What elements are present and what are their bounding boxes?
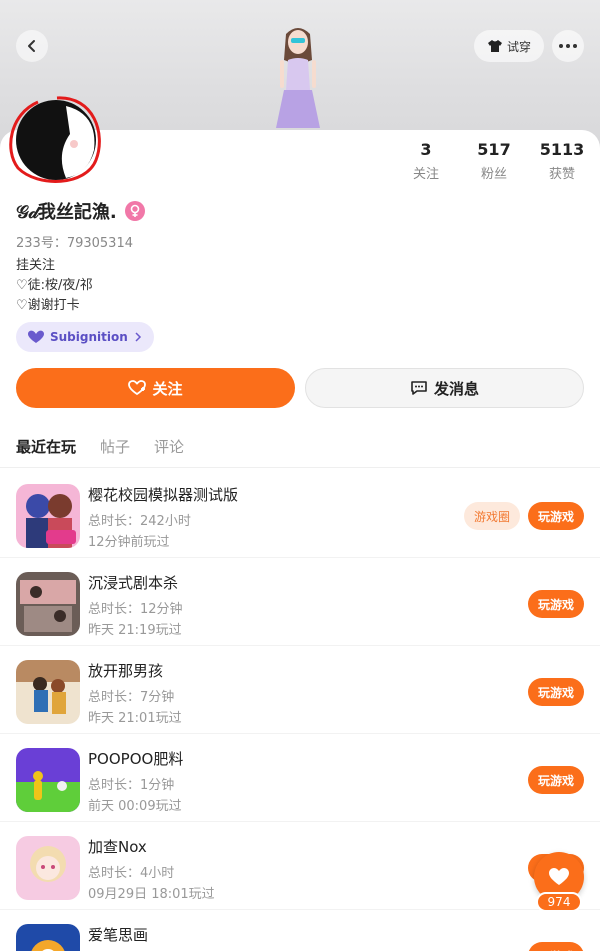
game-title: POOPOO肥料 bbox=[88, 750, 184, 768]
bio-line: ♡徒:桉/夜/祁 bbox=[16, 278, 93, 293]
stat-following[interactable]: 3 关注 bbox=[391, 140, 461, 182]
game-icon bbox=[16, 660, 80, 724]
like-count-badge: 974 bbox=[536, 892, 582, 912]
following-label: 关注 bbox=[412, 167, 439, 182]
more-dots-icon bbox=[559, 44, 577, 48]
likes-count: 5113 bbox=[539, 140, 585, 159]
username: 𝒢𝒹我丝記漁. bbox=[16, 202, 117, 223]
stat-likes[interactable]: 5113 获赞 bbox=[527, 140, 597, 182]
chevron-right-icon bbox=[135, 332, 141, 342]
list-item[interactable]: 樱花校园模拟器测试版 总时长：242小时 12分钟前玩过 游戏圈 玩游戏 bbox=[0, 470, 600, 558]
game-last-played: 12分钟前玩过 bbox=[88, 535, 170, 550]
user-avatar[interactable] bbox=[8, 94, 106, 186]
more-options-button[interactable] bbox=[552, 30, 584, 62]
game-icon bbox=[16, 484, 80, 548]
list-item[interactable]: POOPOO肥料 总时长：1分钟 前天 00:09玩过 玩游戏 bbox=[0, 734, 600, 822]
game-playtime: 总时长：7分钟 bbox=[88, 690, 175, 705]
game-playtime: 总时长：1分钟 bbox=[88, 778, 175, 793]
game-icon bbox=[16, 748, 80, 812]
follow-label: 关注 bbox=[152, 379, 183, 398]
game-last-played: 昨天 21:01玩过 bbox=[88, 711, 182, 726]
play-game-button[interactable]: 玩游戏 bbox=[528, 502, 584, 530]
avatar-character-figure[interactable] bbox=[258, 20, 338, 132]
tab-divider bbox=[0, 467, 600, 468]
game-icon bbox=[16, 836, 80, 900]
game-icon bbox=[16, 572, 80, 636]
send-message-button[interactable]: 发消息 bbox=[305, 368, 584, 408]
play-game-button[interactable]: 玩游戏 bbox=[528, 678, 584, 706]
bio-line: ♡谢谢打卡 bbox=[16, 298, 80, 313]
stat-followers[interactable]: 517 粉丝 bbox=[459, 140, 529, 182]
tab-recently-played[interactable]: 最近在玩 bbox=[16, 436, 76, 457]
female-gender-icon bbox=[124, 201, 145, 221]
game-title: 加查Nox bbox=[88, 838, 147, 856]
username-row: 𝒢𝒹我丝記漁. bbox=[16, 198, 145, 224]
chat-bubble-icon bbox=[411, 381, 427, 395]
list-item[interactable]: 放开那男孩 总时长：7分钟 昨天 21:01玩过 玩游戏 bbox=[0, 646, 600, 734]
try-on-label: 试穿 bbox=[506, 39, 531, 54]
recently-played-list: 樱花校园模拟器测试版 总时长：242小时 12分钟前玩过 游戏圈 玩游戏 沉浸式… bbox=[0, 470, 600, 951]
tab-comments[interactable]: 评论 bbox=[154, 436, 184, 457]
followers-label: 粉丝 bbox=[480, 167, 507, 182]
list-item[interactable]: 加查Nox 总时长：4小时 09月29日 18:01玩过 玩游戏 bbox=[0, 822, 600, 910]
user-bio: 挂关注 ♡徒:桉/夜/祁 ♡谢谢打卡 bbox=[16, 256, 93, 316]
game-title: 爱笔思画 bbox=[88, 926, 149, 944]
heart-icon bbox=[549, 868, 569, 885]
game-playtime: 总时长：12分钟 bbox=[88, 602, 183, 617]
back-button[interactable] bbox=[16, 30, 48, 62]
game-last-played: 昨天 21:19玩过 bbox=[88, 623, 182, 638]
user-id: 233号：79305314 bbox=[16, 236, 133, 251]
follow-button[interactable]: 关注 bbox=[16, 368, 295, 408]
list-item[interactable]: 沉浸式剧本杀 总时长：12分钟 昨天 21:19玩过 玩游戏 bbox=[0, 558, 600, 646]
message-label: 发消息 bbox=[433, 379, 479, 398]
game-title: 放开那男孩 bbox=[88, 662, 164, 680]
play-game-button[interactable]: 玩游戏 bbox=[528, 590, 584, 618]
game-last-played: 前天 00:09玩过 bbox=[88, 799, 182, 814]
likes-label: 获赞 bbox=[548, 167, 575, 182]
following-count: 3 bbox=[420, 140, 432, 159]
try-on-button[interactable]: 试穿 bbox=[474, 30, 544, 62]
list-item[interactable]: 爱笔思画 玩游戏 bbox=[0, 910, 600, 951]
badge-label: Subignition bbox=[50, 330, 128, 344]
game-circle-button[interactable]: 游戏圈 bbox=[464, 502, 520, 530]
game-icon bbox=[16, 924, 80, 951]
follow-heart-icon bbox=[128, 380, 147, 396]
purple-heart-icon bbox=[28, 330, 44, 343]
content-tabs: 最近在玩 帖子 评论 bbox=[16, 436, 184, 457]
play-game-button[interactable]: 玩游戏 bbox=[528, 766, 584, 794]
play-game-button[interactable]: 玩游戏 bbox=[528, 942, 584, 951]
game-playtime: 总时长：4小时 bbox=[88, 866, 175, 881]
game-playtime: 总时长：242小时 bbox=[88, 514, 191, 529]
followers-count: 517 bbox=[477, 140, 511, 159]
tab-posts[interactable]: 帖子 bbox=[100, 436, 130, 457]
game-last-played: 09月29日 18:01玩过 bbox=[88, 887, 215, 902]
game-title: 沉浸式剧本杀 bbox=[88, 574, 179, 592]
game-title: 樱花校园模拟器测试版 bbox=[88, 486, 239, 504]
subignition-badge[interactable]: Subignition bbox=[16, 322, 154, 352]
chevron-left-icon bbox=[28, 40, 35, 52]
bio-line: 挂关注 bbox=[16, 258, 56, 273]
shirt-icon bbox=[487, 40, 502, 52]
